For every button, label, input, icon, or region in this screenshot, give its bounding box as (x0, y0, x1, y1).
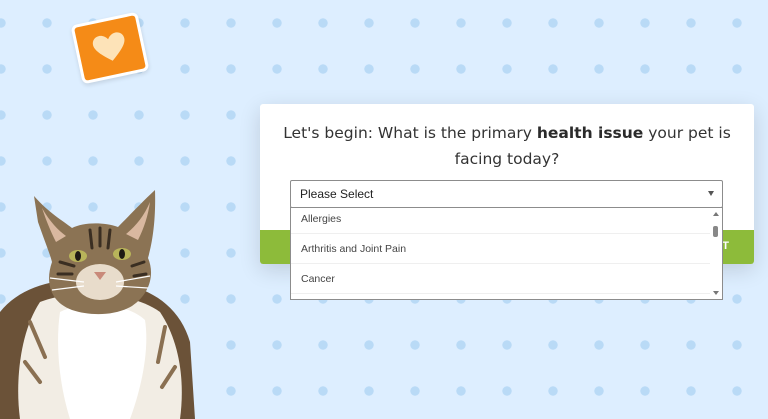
question-text: Let's begin: What is the primary health … (280, 120, 734, 172)
select-option[interactable]: Cancer (291, 264, 710, 294)
heart-icon (92, 32, 125, 61)
next-button[interactable]: T (722, 240, 730, 252)
dropdown-scrollbar[interactable] (710, 208, 722, 299)
chevron-down-icon (708, 191, 714, 196)
scroll-down-icon[interactable] (713, 291, 719, 295)
select-dropdown[interactable]: Allergies Arthritis and Joint Pain Cance… (290, 207, 723, 300)
scroll-thumb[interactable] (713, 226, 718, 237)
cat-photo (0, 190, 195, 419)
select-option[interactable]: Allergies (291, 208, 710, 234)
select-value: Please Select (300, 187, 374, 201)
logo[interactable] (70, 11, 150, 85)
select-option[interactable]: Arthritis and Joint Pain (291, 234, 710, 264)
scroll-up-icon[interactable] (713, 212, 719, 216)
health-issue-select[interactable]: Please Select (290, 180, 723, 208)
question-prefix: Let's begin: What is the primary (283, 124, 537, 142)
question-emphasis: health issue (536, 124, 644, 142)
